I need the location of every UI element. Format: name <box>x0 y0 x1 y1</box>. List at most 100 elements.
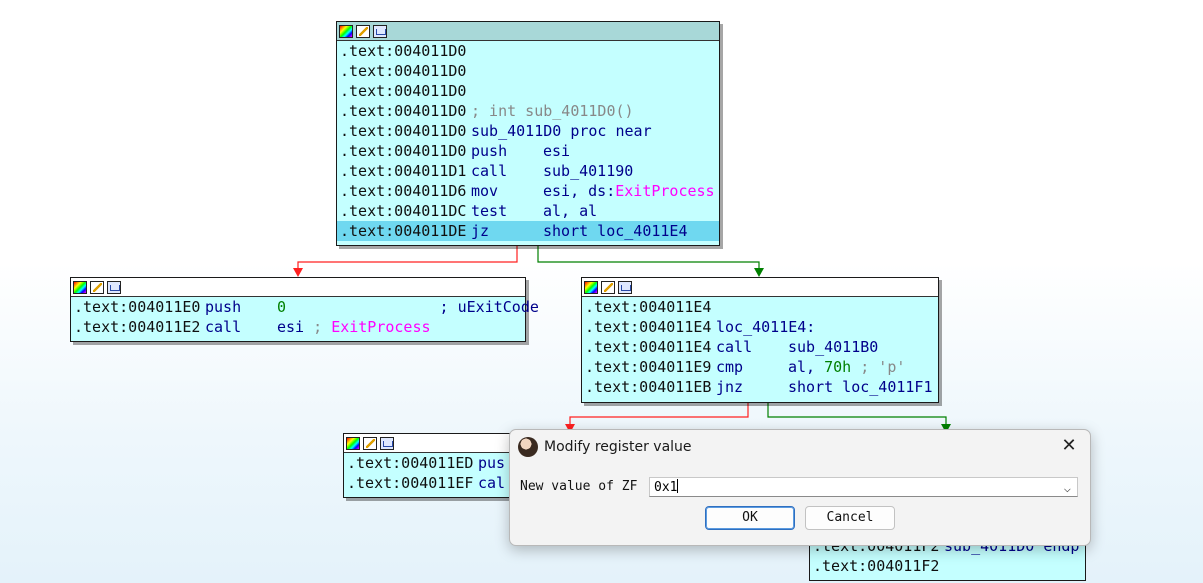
operand-token: ExitProcess <box>615 182 715 200</box>
code-line[interactable]: .text:004011D1 call sub_401190 <box>337 161 719 181</box>
line-address: .text:004011D0 <box>340 122 467 140</box>
register-value-label: New value of ZF <box>520 479 638 494</box>
operand-token: 0 <box>277 298 287 316</box>
code-line[interactable]: .text:004011D0 <box>337 81 719 101</box>
cancel-button[interactable]: Cancel <box>805 506 895 530</box>
line-address: .text:004011E4 <box>585 318 712 336</box>
code-line[interactable]: .text:004011E4 <box>582 297 938 317</box>
operand-token: esi <box>543 142 571 160</box>
instruction-operands: sub_4011D0 proc near <box>471 121 652 141</box>
line-address: .text:004011E2 <box>74 318 201 336</box>
code-line[interactable]: .text:004011D0; int sub_4011D0() <box>337 101 719 121</box>
instruction-mnemonic: jnz <box>716 378 744 396</box>
line-address: .text:004011D6 <box>340 182 467 200</box>
instruction-mnemonic: mov <box>471 182 499 200</box>
instruction-operands: al, al <box>543 201 597 221</box>
node-code-lines: .text:004011E0 push 0 ; uExitCode .text:004… <box>71 297 539 337</box>
line-address: .text:004011D0 <box>340 42 467 60</box>
operand-token: ; int sub_4011D0() <box>471 102 634 120</box>
code-line[interactable]: .text:004011E0 push 0 ; uExitCode <box>71 297 539 317</box>
graph-node-exit[interactable]: .text:004011E0 push 0 ; uExitCode .text:004… <box>70 277 539 342</box>
group-nodes-icon[interactable] <box>373 24 387 38</box>
operand-token: short loc_4011E4 <box>543 222 688 240</box>
color-palette-icon[interactable] <box>584 280 598 294</box>
instruction-mnemonic: cmp <box>716 358 744 376</box>
operand-token: esi, ds: <box>543 182 616 200</box>
instruction-operands: sub_4011B0 <box>788 337 878 357</box>
edge-true-top <box>537 246 760 274</box>
operand-token: loc_4011E4: <box>716 318 816 336</box>
edge-true-right <box>767 403 947 430</box>
node-header <box>582 278 938 297</box>
code-line[interactable]: .text:004011D0 <box>337 41 719 61</box>
instruction-mnemonic: call <box>716 338 753 356</box>
code-line[interactable]: .text:004011E9 cmp al, 70h ; 'p' <box>582 357 938 377</box>
node-header <box>71 278 525 297</box>
code-line[interactable]: .text:004011DE jz short loc_4011E4 <box>337 221 719 241</box>
graph-node-sub_4011D0[interactable]: .text:004011D0 .text:004011D0 .text:004011… <box>336 21 720 246</box>
line-address: .text:004011DE <box>340 222 467 240</box>
operand-token: sub_401190 <box>543 162 634 180</box>
edge-arrow-true-top <box>754 268 764 277</box>
instruction-operands: sub_401190 <box>543 161 633 181</box>
instruction-mnemonic: push <box>471 142 508 160</box>
color-palette-icon[interactable] <box>73 280 87 294</box>
line-address: .text:004011F2 <box>813 557 940 575</box>
ok-button[interactable]: OK <box>705 506 795 530</box>
node-code-lines: .text:004011E4 .text:004011E4 loc_4011E4:.… <box>582 297 938 397</box>
line-address: .text:004011E4 <box>585 298 712 316</box>
instruction-operands: al, 70h ; 'p' <box>788 357 905 377</box>
group-nodes-icon[interactable] <box>380 436 394 450</box>
code-line[interactable]: .text:004011DC test al, al <box>337 201 719 221</box>
operand-token: sub_4011D0 proc near <box>471 122 652 140</box>
instruction-operands: 0 ; uExitCode <box>277 297 539 317</box>
instruction-mnemonic: call <box>205 318 242 336</box>
instruction-operands: short loc_4011F1 <box>788 377 933 397</box>
operand-token: esi <box>277 318 305 336</box>
graph-node-loc_4011E4[interactable]: .text:004011E4 .text:004011E4 loc_4011E4:.… <box>581 277 939 403</box>
instruction-operands: esi <box>543 141 570 161</box>
edge-arrow-false-top <box>293 268 303 277</box>
code-line[interactable]: .text:004011E4 loc_4011E4: <box>582 317 938 337</box>
line-address: .text:004011E9 <box>585 358 712 376</box>
rename-icon[interactable] <box>363 436 377 450</box>
chevron-down-icon[interactable]: ⌵ <box>1064 478 1071 498</box>
line-address: .text:004011EF <box>347 474 474 492</box>
code-line[interactable]: .text:004011E4 call sub_4011B0 <box>582 337 938 357</box>
code-line[interactable]: .text:004011F2 <box>810 556 1085 576</box>
code-line[interactable]: .text:004011D0 <box>337 61 719 81</box>
rename-icon[interactable] <box>601 280 615 294</box>
code-line[interactable]: .text:004011D0 sub_4011D0 proc near <box>337 121 719 141</box>
group-nodes-icon[interactable] <box>618 280 632 294</box>
line-address: .text:004011DC <box>340 202 467 220</box>
operand-token: al, <box>788 358 825 376</box>
rename-icon[interactable] <box>90 280 104 294</box>
edge-false-top <box>297 246 518 274</box>
group-nodes-icon[interactable] <box>107 280 121 294</box>
operand-token: ; 'p' <box>851 358 906 376</box>
operand-token: al, al <box>543 202 598 220</box>
modify-register-dialog: Modify register value ✕ New value of ZF … <box>509 429 1091 546</box>
line-address: .text:004011D0 <box>340 62 467 80</box>
color-palette-icon[interactable] <box>339 24 353 38</box>
operand-token: ; uExitCode <box>286 298 539 316</box>
app-avatar-icon <box>518 437 538 457</box>
code-line[interactable]: .text:004011EB jnz short loc_4011F1 <box>582 377 938 397</box>
line-address: .text:004011D0 <box>340 102 467 120</box>
line-address: .text:004011D0 <box>340 82 467 100</box>
register-value-text: 0x1 <box>654 480 678 495</box>
rename-icon[interactable] <box>356 24 370 38</box>
instruction-operands: esi ; ExitProcess <box>277 317 431 337</box>
line-address: .text:004011EB <box>585 378 712 396</box>
close-icon[interactable]: ✕ <box>1058 435 1080 457</box>
code-line[interactable]: .text:004011E2 call esi ; ExitProcess <box>71 317 525 337</box>
node-header <box>337 22 719 41</box>
operand-token: ; <box>304 318 332 336</box>
code-line[interactable]: .text:004011D6 mov esi, ds:ExitProcess <box>337 181 719 201</box>
code-line[interactable]: .text:004011D0 push esi <box>337 141 719 161</box>
color-palette-icon[interactable] <box>346 436 360 450</box>
line-address: .text:004011D1 <box>340 162 467 180</box>
register-value-input[interactable]: 0x1 ⌵ <box>649 477 1078 497</box>
instruction-mnemonic: cal <box>478 474 506 492</box>
instruction-mnemonic: pus <box>478 454 506 472</box>
